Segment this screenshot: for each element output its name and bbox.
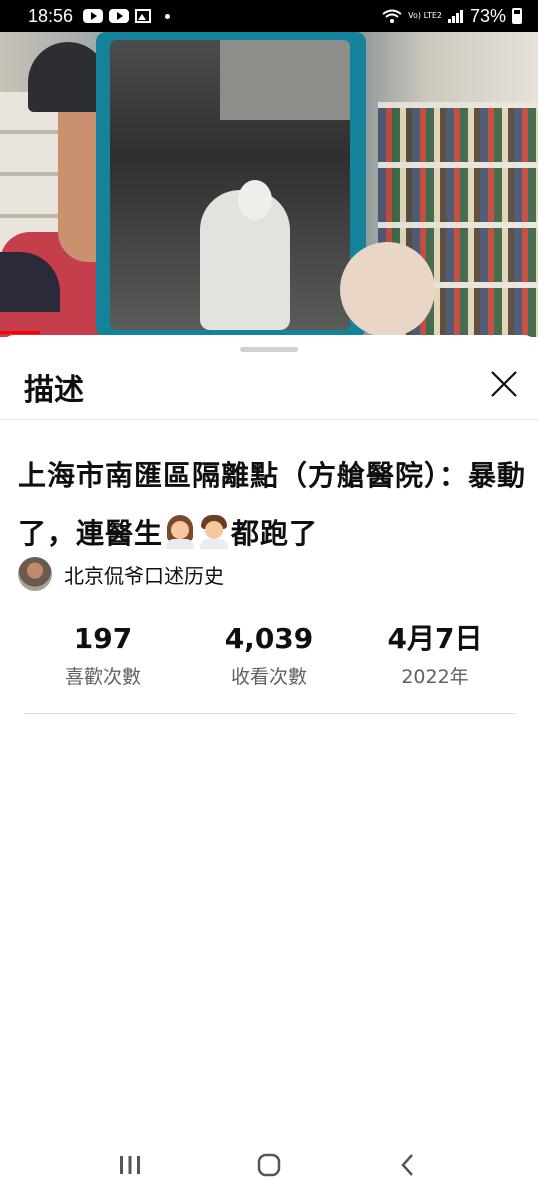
video-player[interactable] — [0, 32, 538, 337]
woman-health-worker-emoji — [165, 515, 195, 549]
views-stat: 4,039 收看次數 — [186, 622, 352, 689]
video-title-text-end: 都跑了 — [231, 517, 319, 550]
youtube-notification-icon — [109, 9, 130, 23]
network-type-label: Vo) LTE2 — [408, 11, 442, 20]
recent-apps-button[interactable] — [110, 1145, 150, 1185]
drag-handle[interactable] — [240, 347, 298, 352]
likes-stat: 197 喜歡次數 — [20, 622, 186, 689]
video-title: 上海市南匯區隔離點（方艙醫院）：暴動了，連醫生 都跑了 — [18, 447, 528, 563]
divider — [24, 713, 516, 714]
channel-row[interactable]: 北京侃爷口述历史 — [18, 557, 224, 591]
sheet-title: 描述 — [24, 373, 84, 408]
date-stat: 4月7日 2022年 — [352, 622, 518, 689]
stat-label: 喜歡次數 — [64, 666, 141, 688]
status-time: 18:56 — [28, 5, 74, 26]
back-button[interactable] — [388, 1145, 428, 1185]
youtube-notification-icon — [83, 9, 104, 23]
battery-percent: 73% — [469, 5, 506, 26]
stat-value: 197 — [73, 622, 133, 655]
home-icon — [257, 1153, 281, 1177]
divider — [0, 419, 538, 420]
gallery-icon — [135, 9, 152, 23]
video-person — [0, 42, 110, 337]
description-sheet: 描述 上海市南匯區隔離點（方艙醫院）：暴動了，連醫生 都跑了 北京侃爷口述历史 1… — [0, 335, 538, 1200]
avatar[interactable] — [18, 557, 52, 591]
recent-apps-icon — [119, 1156, 140, 1174]
video-phone — [96, 32, 366, 337]
signal-icon — [447, 9, 464, 23]
channel-name[interactable]: 北京侃爷口述历史 — [64, 560, 224, 589]
stat-label: 收看次數 — [230, 666, 307, 688]
close-icon[interactable] — [487, 367, 521, 401]
stat-value: 4月7日 — [387, 622, 483, 655]
man-health-worker-emoji — [199, 515, 229, 549]
more-notifications-dot-icon — [165, 13, 171, 19]
video-progress-bar[interactable] — [0, 331, 40, 334]
home-button[interactable] — [249, 1145, 289, 1185]
status-bar: 18:56 Vo) LTE2 73% — [0, 0, 538, 32]
stat-value: 4,039 — [224, 622, 314, 655]
system-nav-bar — [0, 1130, 538, 1200]
stat-label: 2022年 — [401, 666, 469, 688]
wifi-icon — [382, 9, 402, 23]
video-thumb — [340, 242, 435, 337]
battery-icon — [512, 8, 522, 24]
back-icon — [401, 1154, 414, 1176]
stats-row: 197 喜歡次數 4,039 收看次數 4月7日 2022年 — [20, 622, 520, 689]
